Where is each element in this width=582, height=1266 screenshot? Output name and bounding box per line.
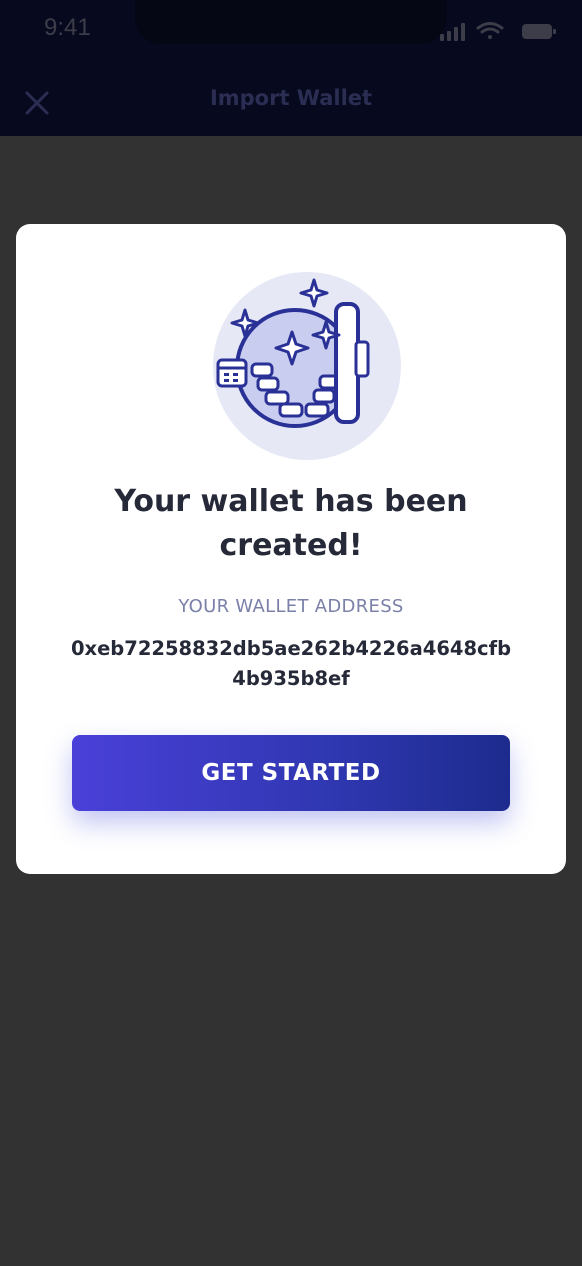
vault-icon (213, 272, 401, 460)
success-heading: Your wallet has been created! (114, 484, 468, 563)
wallet-address-label: YOUR WALLET ADDRESS (178, 596, 404, 617)
battery-icon (522, 24, 556, 39)
device-notch (135, 0, 447, 44)
signal-icon (440, 23, 465, 41)
wifi-icon (476, 22, 504, 39)
status-time: 9:41 (44, 14, 91, 41)
wallet-address-value: 0xeb72258832db5ae262b4226a4648cfb4b935b8… (70, 637, 512, 690)
get-started-button[interactable]: GET STARTED (72, 735, 510, 811)
wallet-created-dialog: Your wallet has been created! YOUR WALLE… (16, 224, 566, 874)
status-icons (440, 22, 556, 41)
app-header: 9:41 Import Wallet (0, 0, 582, 136)
page-title: Import Wallet (209, 86, 373, 110)
